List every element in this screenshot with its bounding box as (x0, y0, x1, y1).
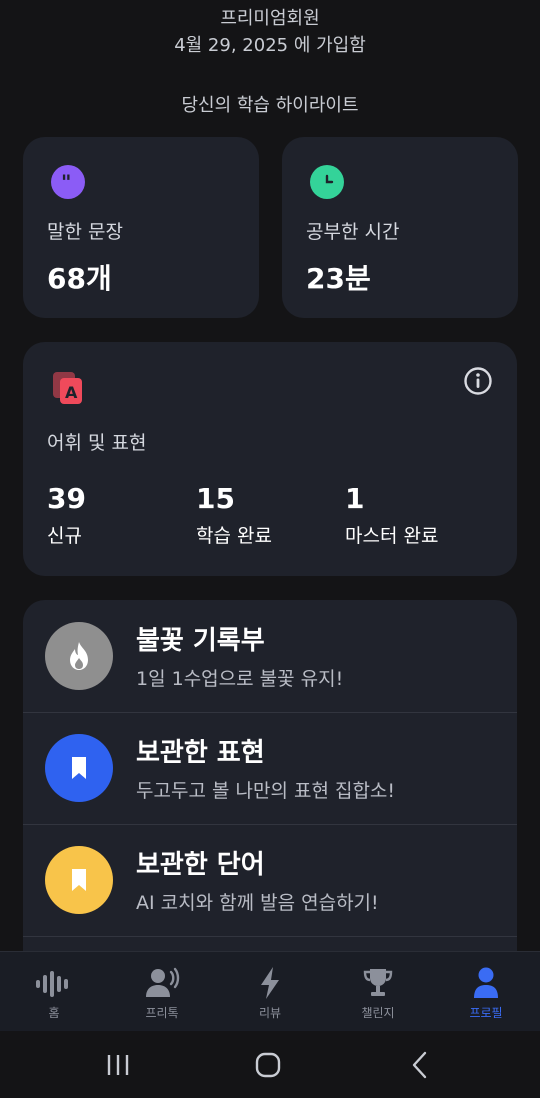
tab-challenge-label: 챌린지 (361, 1006, 395, 1020)
system-nav-bar (0, 1031, 540, 1098)
vocab-new-number: 39 (47, 482, 86, 515)
vocab-new: 39 신규 (47, 482, 86, 548)
person-icon (474, 967, 498, 998)
sentences-card: " 말한 문장 68개 (23, 137, 259, 318)
joined-date: 4월 29, 2025 에 가입함 (174, 35, 366, 56)
sentences-value: 68개 (47, 262, 112, 295)
tab-review[interactable]: 리뷰 (216, 952, 324, 1032)
saved-expressions-title: 보관한 표현 (136, 738, 265, 768)
tab-home[interactable]: 홈 (0, 952, 108, 1032)
vocab-mastered: 1 마스터 완료 (345, 482, 438, 548)
waveform-icon (36, 971, 68, 997)
quote-bubble-icon: " (51, 165, 85, 199)
tab-profile-label: 프로필 (469, 1006, 503, 1020)
svg-text:A: A (65, 383, 78, 402)
bookmark-icon (45, 734, 113, 802)
vocab-learned: 15 학습 완료 (196, 482, 272, 548)
home-button-icon[interactable] (248, 1047, 288, 1083)
vocab-card: A 어휘 및 표현 39 신규 15 학습 완료 1 마스터 완료 (23, 342, 517, 576)
list-item-saved-words[interactable]: 보관한 단어 AI 코치와 함께 발음 연습하기! (23, 824, 517, 937)
vocab-cards-icon: A (53, 372, 82, 404)
study-time-value: 23분 (306, 262, 371, 295)
study-time-card: 공부한 시간 23분 (282, 137, 518, 318)
tab-review-label: 리뷰 (258, 1006, 282, 1020)
trophy-icon (363, 969, 393, 996)
recent-apps-icon[interactable] (98, 1047, 138, 1083)
tab-freetalk[interactable]: 프리톡 (108, 952, 216, 1032)
bookmark-icon (45, 846, 113, 914)
menu-list: 불꽃 기록부 1일 1수업으로 불꽃 유지! 보관한 표현 두고두고 볼 나만의… (23, 600, 517, 1000)
highlights-title: 당신의 학습 하이라이트 (181, 95, 359, 116)
streak-title: 불꽃 기록부 (136, 626, 265, 656)
bottom-tab-bar: 홈 프리톡 리뷰 챌린지 프로필 (0, 951, 540, 1032)
saved-expressions-subtitle: 두고두고 볼 나만의 표현 집합소! (136, 780, 396, 802)
info-icon[interactable] (463, 366, 493, 396)
svg-text:": " (61, 172, 71, 192)
study-time-label: 공부한 시간 (306, 221, 400, 243)
tab-challenge[interactable]: 챌린지 (324, 952, 432, 1032)
back-icon[interactable] (400, 1047, 440, 1083)
saved-words-title: 보관한 단어 (136, 850, 265, 880)
tab-home-label: 홈 (48, 1006, 60, 1020)
tab-freetalk-label: 프리톡 (145, 1006, 179, 1020)
vocab-mastered-caption: 마스터 완료 (345, 525, 439, 547)
clock-icon (310, 165, 344, 199)
vocab-learned-number: 15 (196, 482, 235, 515)
lightning-icon (261, 967, 279, 999)
speaking-person-icon (146, 967, 180, 997)
tab-profile[interactable]: 프로필 (432, 952, 540, 1032)
saved-words-subtitle: AI 코치와 함께 발음 연습하기! (136, 892, 379, 914)
vocab-learned-caption: 학습 완료 (196, 525, 272, 547)
vocab-new-caption: 신규 (47, 525, 82, 547)
sentences-label: 말한 문장 (47, 221, 123, 243)
member-type: 프리미엄회원 (220, 8, 320, 29)
list-item-streak[interactable]: 불꽃 기록부 1일 1수업으로 불꽃 유지! (23, 600, 517, 713)
vocab-title: 어휘 및 표현 (47, 432, 147, 454)
streak-subtitle: 1일 1수업으로 불꽃 유지! (136, 668, 344, 690)
list-item-saved-expressions[interactable]: 보관한 표현 두고두고 볼 나만의 표현 집합소! (23, 712, 517, 825)
fire-icon (45, 622, 113, 690)
vocab-mastered-number: 1 (345, 482, 365, 515)
